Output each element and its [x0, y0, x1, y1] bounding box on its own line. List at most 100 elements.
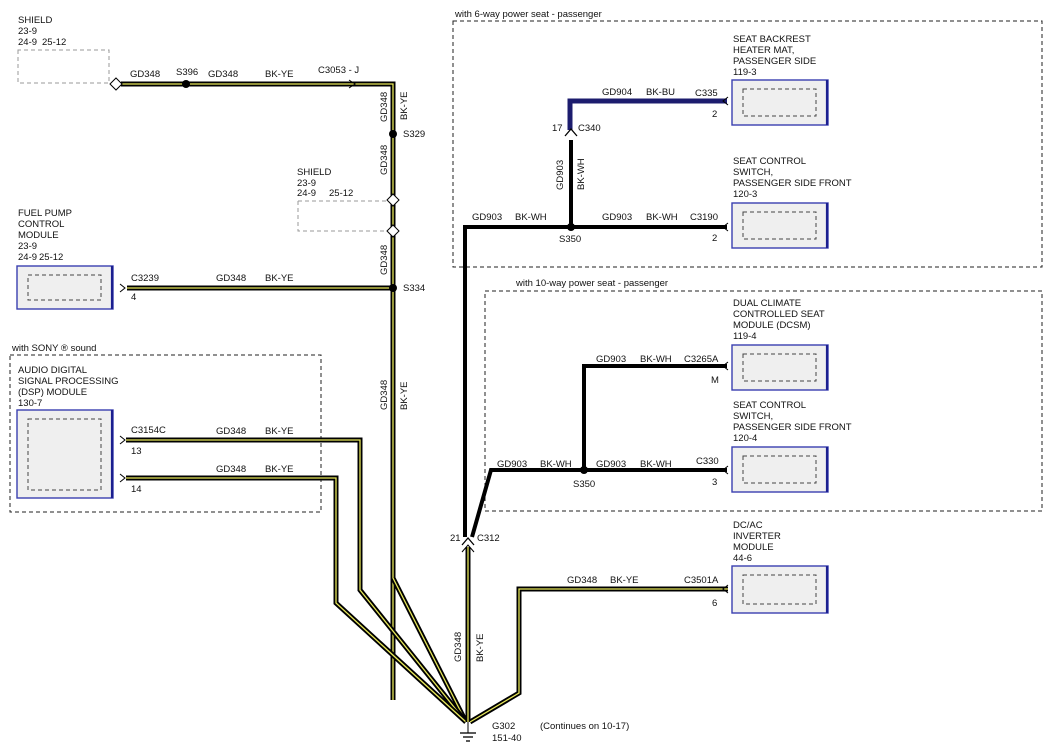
svg-text:120-3: 120-3: [733, 189, 757, 200]
svg-text:DC/AC: DC/AC: [733, 520, 763, 531]
svg-text:SEAT BACKREST: SEAT BACKREST: [733, 34, 811, 45]
ground-icon: [460, 732, 476, 742]
svg-text:SWITCH,: SWITCH,: [733, 167, 773, 178]
ten-way-seat-box-title: with 10-way power seat - passenger: [515, 278, 668, 289]
label-c340-pin: 17: [552, 123, 563, 134]
top-shield: SHIELD 23-9 24-9 25-12: [17, 15, 110, 84]
c312-connector-icon: [461, 537, 475, 546]
svg-text:119-3: 119-3: [733, 67, 757, 78]
label-bkwh-6way-left: BK-WH: [515, 212, 547, 223]
label-s334: S334: [403, 283, 425, 294]
label-bkwh-v: BK-WH: [576, 158, 587, 190]
dcsm-module: DUAL CLIMATE CONTROLLED SEAT MODULE (DCS…: [684, 298, 829, 391]
svg-text:(DSP) MODULE: (DSP) MODULE: [18, 387, 87, 398]
label-gd348-1: GD348: [130, 69, 160, 80]
ground-name: G302: [492, 721, 515, 732]
svg-text:24-9: 24-9: [297, 188, 316, 199]
svg-text:PASSENGER SIDE FRONT: PASSENGER SIDE FRONT: [733, 178, 852, 189]
fuel-pump-control-module: FUEL PUMP CONTROL MODULE 23-9 24-9 25-12…: [16, 208, 159, 310]
svg-text:44-6: 44-6: [733, 553, 752, 564]
label-c312: C312: [477, 533, 500, 544]
label-bkye-dsp14: BK-YE: [265, 464, 294, 475]
svg-text:CONTROL: CONTROL: [18, 219, 64, 230]
svg-text:MODULE: MODULE: [18, 230, 59, 241]
dsp-pin-13: 13: [131, 446, 142, 457]
dcac-inverter-module: DC/AC INVERTER MODULE 44-6 C3501A 6: [684, 520, 829, 614]
label-gd348-v2: GD348: [379, 145, 390, 175]
svg-text:HEATER MAT,: HEATER MAT,: [733, 45, 794, 56]
dsp-pin-14: 14: [131, 484, 142, 495]
switch10-connector: C330: [696, 456, 719, 467]
label-s396: S396: [176, 67, 198, 78]
svg-text:130-7: 130-7: [18, 398, 42, 409]
svg-text:PASSENGER SIDE FRONT: PASSENGER SIDE FRONT: [733, 422, 852, 433]
c340-connector-icon: [564, 128, 578, 137]
label-gd348-dsp14: GD348: [216, 464, 246, 475]
label-gd348-v3: GD348: [379, 245, 390, 275]
label-gd903-dcsm: GD903: [596, 354, 626, 365]
switch6-pin: 2: [712, 233, 717, 244]
label-c3053: C3053 - J: [318, 65, 359, 76]
label-gd348-v4: GD348: [379, 380, 390, 410]
label-gd348-2: GD348: [208, 69, 238, 80]
svg-text:PASSENGER SIDE: PASSENGER SIDE: [733, 56, 816, 67]
label-gd348-v1: GD348: [379, 92, 390, 122]
label-gd903-6way-left: GD903: [472, 212, 502, 223]
wiring-diagram: with 6-way power seat - passenger with 1…: [9, 9, 1043, 744]
dcsm-pin: M: [711, 375, 719, 386]
label-bkye-ground: BK-YE: [475, 633, 486, 662]
wire-gd348-dsp-13: [126, 437, 468, 724]
label-bkwh-6way-right: BK-WH: [646, 212, 678, 223]
mid-shield: SHIELD 23-9 24-9 25-12: [297, 167, 387, 232]
splice-s350b-dot: [580, 466, 588, 474]
label-s350a: S350: [559, 234, 581, 245]
label-gd904: GD904: [602, 87, 632, 98]
label-bkye-v1: BK-YE: [399, 91, 410, 120]
label-bkye-v4: BK-YE: [399, 381, 410, 410]
label-gd903-v: GD903: [555, 160, 566, 190]
splice-s334-dot: [389, 284, 397, 292]
sony-sound-box-title: with SONY ® sound: [11, 343, 96, 354]
label-bkwh-10way-left: BK-WH: [540, 459, 572, 470]
label-gd903-10way-left: GD903: [497, 459, 527, 470]
label-s329: S329: [403, 129, 425, 140]
splice-s396-dot: [182, 80, 190, 88]
inverter-pin: 6: [712, 598, 717, 609]
mid-shield-drain-1: [386, 193, 400, 207]
label-bkye-1: BK-YE: [265, 69, 294, 80]
dcsm-connector: C3265A: [684, 354, 719, 365]
svg-text:MODULE (DCSM): MODULE (DCSM): [733, 320, 811, 331]
svg-text:AUDIO DIGITAL: AUDIO DIGITAL: [18, 365, 87, 376]
svg-text:25-12: 25-12: [39, 252, 63, 263]
svg-text:FUEL PUMP: FUEL PUMP: [18, 208, 72, 219]
splice-s329-dot: [389, 130, 397, 138]
svg-text:25-12: 25-12: [329, 188, 353, 199]
ground-ref: 151-40: [492, 733, 522, 744]
ground-g302: G302 151-40 (Continues on 10-17): [460, 721, 629, 744]
svg-text:SEAT CONTROL: SEAT CONTROL: [733, 156, 806, 167]
svg-text:23-9: 23-9: [18, 26, 37, 37]
svg-text:INVERTER: INVERTER: [733, 531, 781, 542]
svg-text:SHIELD: SHIELD: [18, 15, 52, 26]
label-bkye-fuel: BK-YE: [265, 273, 294, 284]
svg-text:120-4: 120-4: [733, 433, 757, 444]
wire-gd903-6way-left: [463, 225, 571, 537]
fuel-pump-pin: 4: [131, 292, 136, 303]
svg-text:24-9: 24-9: [18, 252, 37, 263]
label-bkwh-10way-right: BK-WH: [640, 459, 672, 470]
splice-s350a-dot: [567, 223, 575, 231]
svg-text:SWITCH,: SWITCH,: [733, 411, 773, 422]
svg-text:24-9: 24-9: [18, 37, 37, 48]
label-gd903-10way-right: GD903: [596, 459, 626, 470]
wire-gd348-main: [121, 81, 396, 700]
label-c340: C340: [578, 123, 601, 134]
label-bkbu: BK-BU: [646, 87, 675, 98]
seat-heater-mat-module: SEAT BACKREST HEATER MAT, PASSENGER SIDE…: [695, 34, 829, 126]
mid-shield-drain-2: [386, 224, 400, 238]
svg-text:25-12: 25-12: [42, 37, 66, 48]
wire-gd348-inverter: [468, 586, 728, 725]
seat-control-switch-10way: SEAT CONTROL SWITCH, PASSENGER SIDE FRON…: [696, 400, 852, 493]
svg-text:DUAL CLIMATE: DUAL CLIMATE: [733, 298, 801, 309]
seat-control-switch-6way: SEAT CONTROL SWITCH, PASSENGER SIDE FRON…: [690, 156, 852, 249]
label-bkye-dsp13: BK-YE: [265, 426, 294, 437]
